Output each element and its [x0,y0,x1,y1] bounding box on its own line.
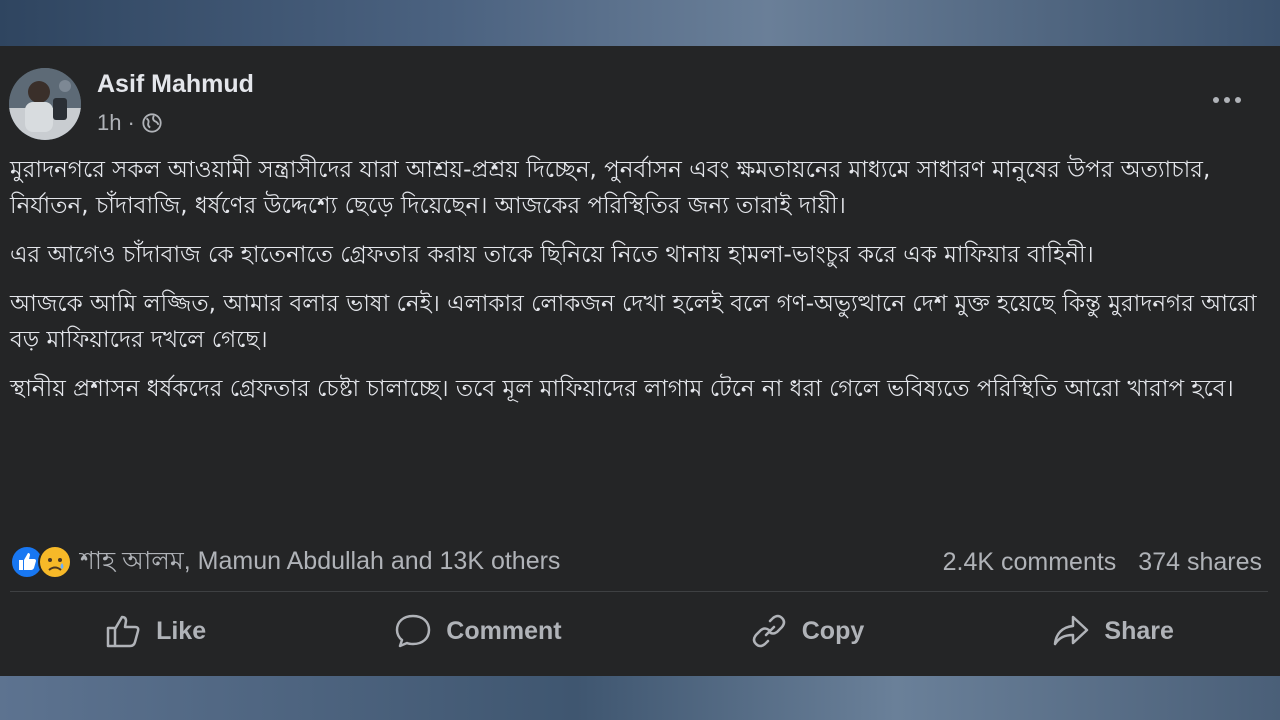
like-label: Like [156,616,207,645]
post-paragraph: স্থানীয় প্রশাসন ধর্ষকদের গ্রেফতার চেষ্ট… [10,376,1234,402]
author-name[interactable]: Asif Mahmud [97,70,254,99]
comment-icon [396,614,431,648]
more-dot-icon [1235,97,1241,103]
globe-icon [142,113,162,133]
comments-count-link[interactable]: 2.4K comments [943,548,1117,577]
link-icon [752,614,785,648]
post-text: মুরাদনগরে সকল আওয়ামী সন্ত্রাসীদের যারা … [10,152,1268,420]
thumbs-up-icon [106,615,140,648]
actions-divider [10,591,1268,592]
reactions-text: শাহ আলম, Mamun Abdullah and 13K others [80,546,561,575]
avatar-photo [9,68,81,140]
post-paragraph: মুরাদনগরে সকল আওয়ামী সন্ত্রাসীদের যারা … [10,157,1211,219]
copy-label: Copy [801,616,865,645]
reaction-icons [10,545,72,579]
share-icon [1054,615,1089,646]
comment-button[interactable]: Comment [380,607,575,655]
more-dot-icon [1213,97,1219,103]
reactions-summary[interactable]: শাহ আলম, Mamun Abdullah and 13K others [10,541,560,584]
post-paragraph: এর আগেও চাঁদাবাজ কে হাতেনাতে গ্রেফতার কর… [10,242,1094,268]
more-dot-icon [1224,97,1230,103]
more-options-button[interactable] [1207,86,1247,114]
reactions-row: শাহ আলম, Mamun Abdullah and 13K others 2… [10,542,1262,582]
copy-button[interactable]: Copy [736,607,879,655]
meta-separator: · [127,110,135,135]
post-time[interactable]: 1h [97,110,121,136]
background-top [0,0,1280,46]
background-bottom [0,676,1280,720]
sad-icon [38,545,72,579]
avatar[interactable] [9,68,81,140]
facebook-post-card: Asif Mahmud 1h · মুরাদনগরে সকল আওয়ামী স… [0,46,1280,676]
share-button[interactable]: Share [1038,607,1187,655]
shares-count-link[interactable]: 374 shares [1138,548,1262,577]
engagement-counts: 2.4K comments 374 shares [943,548,1262,577]
post-meta: 1h · [97,110,163,136]
post-paragraph: আজকে আমি লজ্জিত, আমার বলার ভাষা নেই। এলা… [10,291,1257,353]
comment-label: Comment [446,616,562,645]
like-button[interactable]: Like [90,607,220,655]
share-label: Share [1104,616,1174,645]
post-actions-bar: Like Comment Copy Share [10,604,1268,658]
